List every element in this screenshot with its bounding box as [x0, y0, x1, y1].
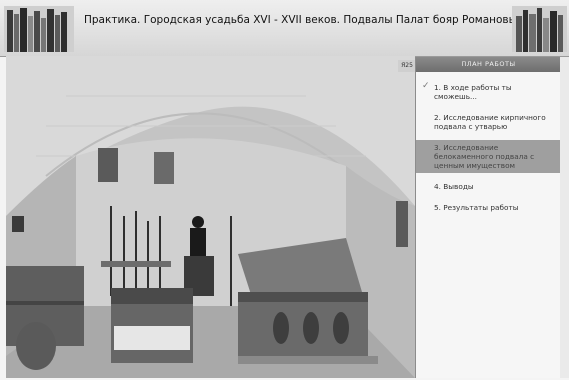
- scene-corner-tab[interactable]: Я25: [398, 60, 416, 72]
- app-window: Практика. Городская усадьба XVI - XVII в…: [0, 0, 569, 380]
- header-bar: Практика. Городская усадьба XVI - XVII в…: [0, 0, 569, 57]
- plan-item-4[interactable]: 4. Выводы: [416, 179, 561, 194]
- checkmark-icon: ✓: [422, 81, 430, 91]
- plan-item-label: 1. В ходе работы ты сможешь...: [434, 83, 512, 101]
- plan-list: ✓ 1. В ходе работы ты сможешь... 2. Иссл…: [416, 72, 561, 215]
- plan-item-3[interactable]: 3. Исследование белокаменного подвала с …: [416, 140, 561, 173]
- plan-item-1[interactable]: ✓ 1. В ходе работы ты сможешь...: [416, 80, 561, 104]
- plan-item-label: 2. Исследование кирпичного подвала с утв…: [434, 113, 546, 131]
- plan-item-label: 4. Выводы: [434, 182, 474, 191]
- bookshelf-right-icon: [512, 6, 567, 52]
- page-title: Практика. Городская усадьба XVI - XVII в…: [84, 14, 524, 26]
- plan-item-label: 3. Исследование белокаменного подвала с …: [434, 143, 535, 170]
- panel-heading: ПЛАН РАБОТЫ: [416, 57, 561, 72]
- plan-item-2[interactable]: 2. Исследование кирпичного подвала с утв…: [416, 110, 561, 134]
- vaulted-cellar-illustration: [6, 56, 415, 378]
- cellar-scene[interactable]: [6, 56, 415, 378]
- bookshelf-left-icon: [4, 6, 74, 52]
- work-plan-panel: ПЛАН РАБОТЫ ✓ 1. В ходе работы ты сможеш…: [415, 57, 561, 378]
- plan-item-5[interactable]: 5. Результаты работы: [416, 200, 561, 215]
- right-border: [560, 57, 569, 378]
- plan-item-label: 5. Результаты работы: [434, 203, 519, 212]
